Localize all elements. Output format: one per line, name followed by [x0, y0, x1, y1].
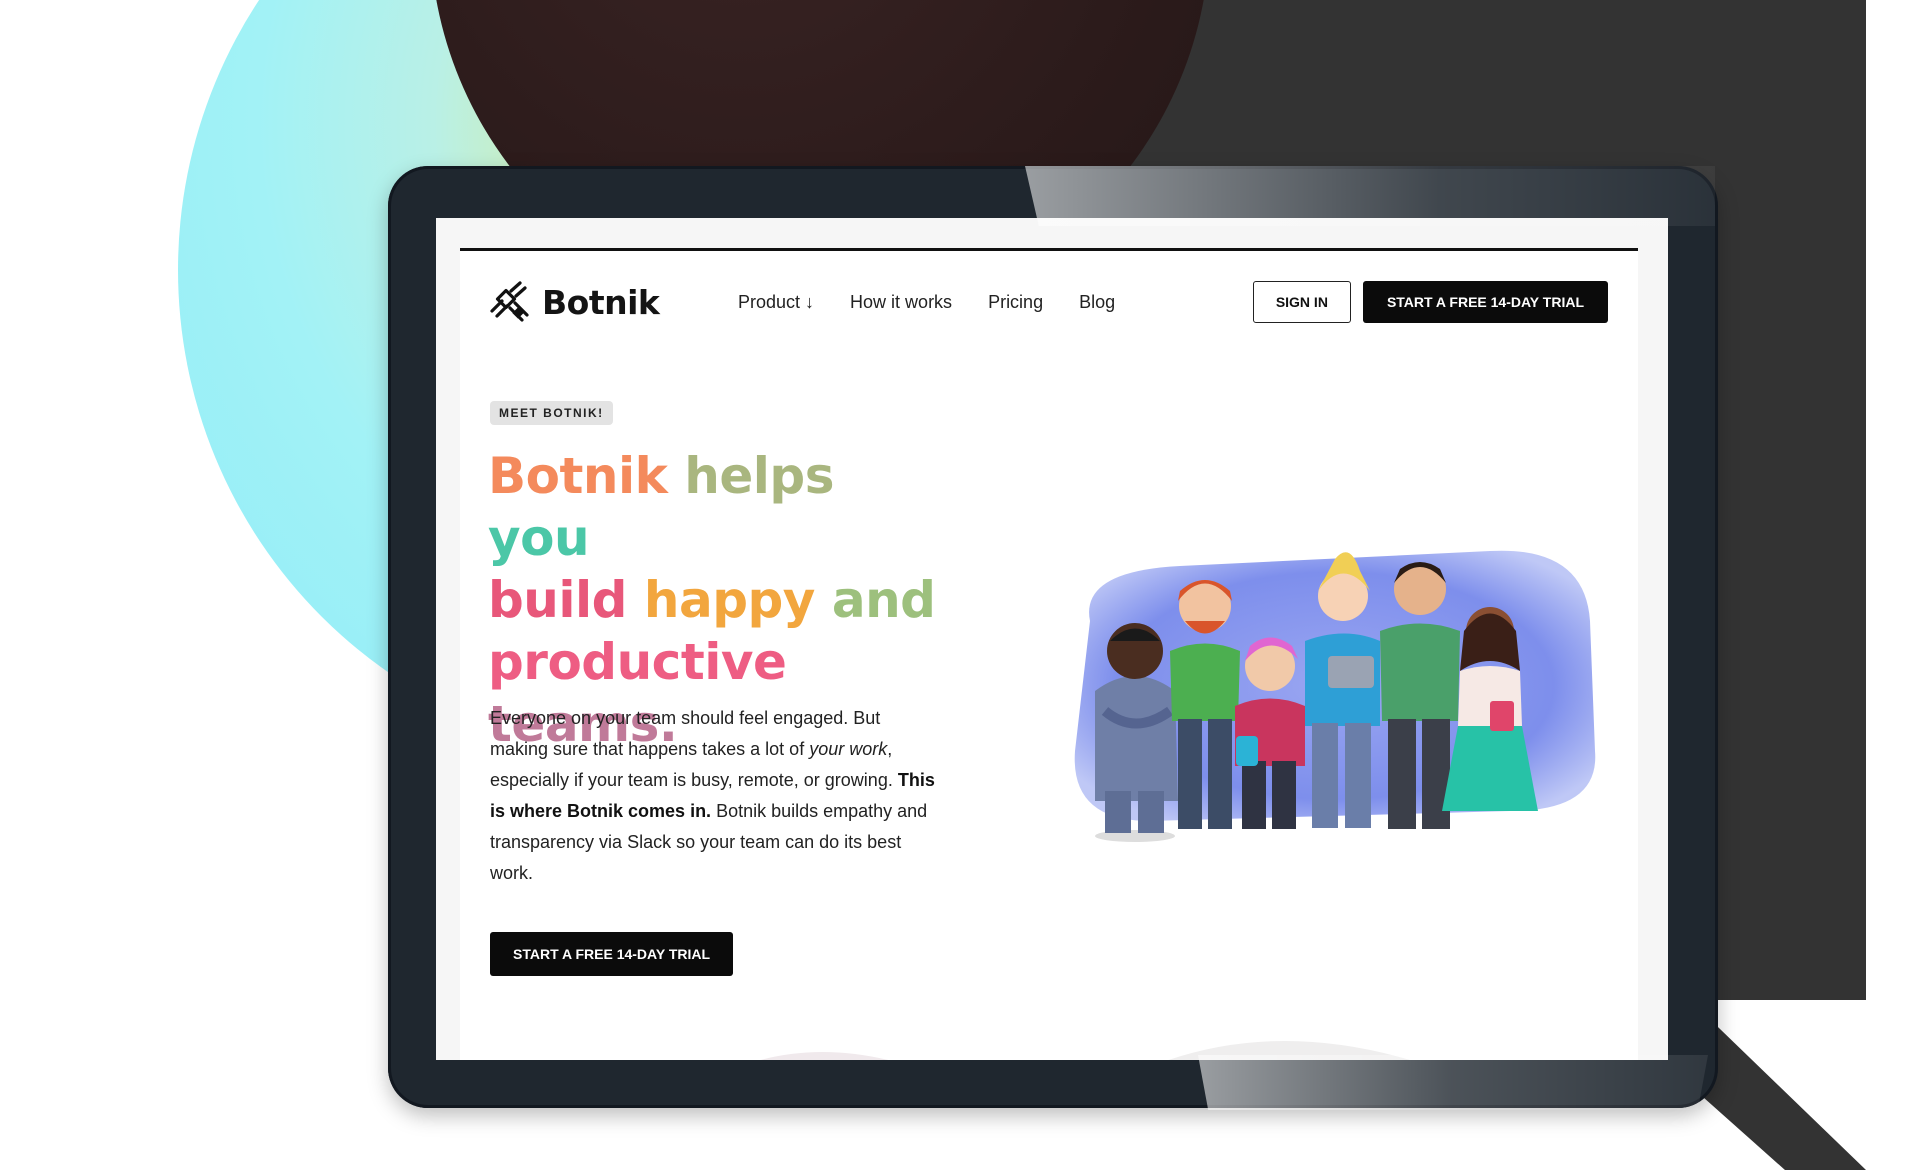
hero-description: Everyone on your team should feel engage… [490, 703, 940, 889]
sign-in-button[interactable]: SIGN IN [1252, 281, 1351, 323]
meet-botnik-badge: MEET BOTNIK! [490, 401, 613, 425]
headline-word: and [831, 571, 936, 629]
brand-name: Botnik [542, 282, 660, 322]
start-trial-nav-button[interactable]: START A FREE 14-DAY TRIAL [1362, 281, 1608, 323]
tablet-screen: Botnik Product ↓ How it works Pricing Bl… [436, 218, 1668, 1060]
nav-product[interactable]: Product ↓ [738, 292, 814, 313]
nav-blog[interactable]: Blog [1079, 292, 1115, 313]
headline-word: Botnik [488, 447, 668, 505]
footer-wave-decoration [760, 1041, 1410, 1060]
headline-word: build [488, 571, 627, 629]
nav-actions: SIGN IN START A FREE 14-DAY TRIAL [1252, 281, 1608, 323]
botnik-satellite-icon [490, 281, 529, 322]
start-trial-hero-button[interactable]: START A FREE 14-DAY TRIAL [490, 932, 734, 976]
nav-pricing[interactable]: Pricing [988, 292, 1043, 313]
brand-logo[interactable]: Botnik [488, 281, 738, 323]
headline-word: you [488, 509, 590, 567]
top-nav: Botnik Product ↓ How it works Pricing Bl… [488, 279, 1608, 325]
body-italic: your work [809, 739, 888, 759]
headline-word: productive [488, 633, 787, 691]
team-people-illustration [1074, 550, 1596, 842]
stage: Botnik Product ↓ How it works Pricing Bl… [0, 0, 1920, 1170]
nav-links: Product ↓ How it works Pricing Blog [738, 292, 1115, 313]
web-page: Botnik Product ↓ How it works Pricing Bl… [460, 248, 1638, 1060]
nav-how-it-works[interactable]: How it works [850, 292, 952, 313]
headline-word: happy [643, 571, 816, 629]
headline-word: helps [684, 447, 834, 505]
